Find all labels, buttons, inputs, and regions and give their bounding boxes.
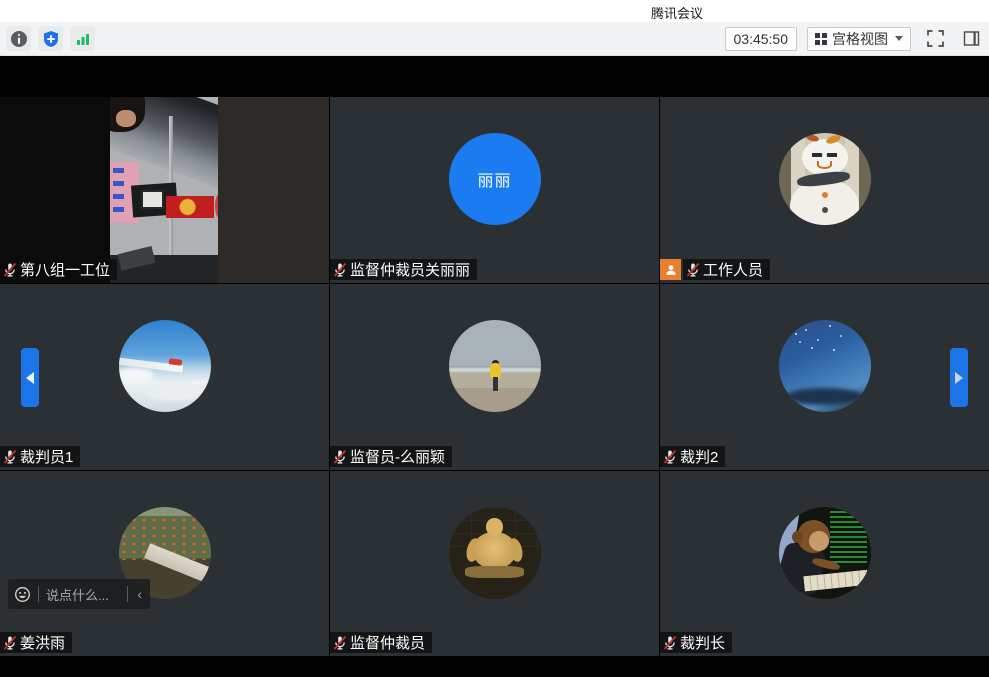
avatar-image xyxy=(449,507,541,599)
video-background-fill xyxy=(218,97,329,283)
chevron-down-icon xyxy=(895,36,903,41)
participant-name-tag: 裁判员1 xyxy=(0,446,80,467)
toolbar: 03:45:50 宫格视图 xyxy=(0,22,989,56)
participant-name-tag: 工作人员 xyxy=(660,259,770,280)
divider xyxy=(127,586,128,602)
network-signal-icon xyxy=(74,30,92,48)
shield-plus-icon xyxy=(42,30,60,48)
meeting-timer-value: 03:45:50 xyxy=(734,31,789,47)
participant-name: 第八组一工位 xyxy=(20,259,110,280)
panel-toggle-icon xyxy=(962,29,981,48)
tile-participant-8[interactable]: 监督仲裁员 xyxy=(330,471,659,656)
tile-participant-9[interactable]: 裁判长 xyxy=(660,471,989,656)
side-panel-toggle-button[interactable] xyxy=(959,27,983,51)
tile-participant-2[interactable]: 丽丽 监督仲裁员关丽丽 xyxy=(330,97,659,283)
participant-name: 裁判员1 xyxy=(20,446,73,467)
muted-mic-icon xyxy=(332,635,348,651)
fullscreen-button[interactable] xyxy=(923,27,947,51)
avatar-text: 丽丽 xyxy=(477,167,511,191)
meeting-info-button[interactable] xyxy=(6,26,31,51)
meeting-timer: 03:45:50 xyxy=(725,27,798,51)
arrow-left-icon xyxy=(26,372,34,384)
participant-name: 监督仲裁员 xyxy=(350,632,425,653)
info-icon xyxy=(10,30,28,48)
muted-mic-icon xyxy=(2,635,18,651)
tile-participant-6[interactable]: 裁判2 xyxy=(660,284,989,470)
participant-name-tag: 裁判长 xyxy=(660,632,732,653)
participant-name-tag: 监督仲裁员 xyxy=(330,632,432,653)
page-prev-button[interactable] xyxy=(21,348,39,407)
participant-name: 裁判2 xyxy=(680,446,718,467)
host-badge xyxy=(660,259,681,280)
view-mode-label: 宫格视图 xyxy=(832,29,888,49)
security-button[interactable] xyxy=(38,26,63,51)
participant-name-tag: 监督员-么丽颖 xyxy=(330,446,452,467)
avatar-image xyxy=(779,320,871,412)
tile-participant-4[interactable]: 裁判员1 xyxy=(0,284,329,470)
meeting-window: 腾讯会议 03:45:50 xyxy=(0,0,989,677)
video-stage: 第八组一工位 丽丽 xyxy=(0,56,989,677)
emoji-smile-icon[interactable] xyxy=(14,586,31,603)
divider xyxy=(38,586,39,602)
chat-quick-bar[interactable]: 说点什么... ‹ xyxy=(8,579,150,609)
tile-participant-1[interactable]: 第八组一工位 xyxy=(0,97,329,283)
muted-mic-icon xyxy=(332,449,348,465)
page-next-button[interactable] xyxy=(950,348,968,407)
participant-name: 裁判长 xyxy=(680,632,725,653)
view-mode-button[interactable]: 宫格视图 xyxy=(807,27,911,51)
chevron-left-icon[interactable]: ‹ xyxy=(135,586,144,602)
chat-input[interactable]: 说点什么... xyxy=(46,585,120,604)
muted-mic-icon xyxy=(2,262,18,278)
muted-mic-icon xyxy=(2,449,18,465)
fullscreen-icon xyxy=(926,29,945,48)
participant-name-tag: 姜洪雨 xyxy=(0,632,72,653)
muted-mic-icon xyxy=(662,449,678,465)
avatar-image xyxy=(779,133,871,225)
participant-name: 监督仲裁员关丽丽 xyxy=(350,259,470,280)
tile-participant-3[interactable]: 工作人员 xyxy=(660,97,989,283)
toolbar-right-group: 03:45:50 宫格视图 xyxy=(725,27,984,51)
participant-name: 工作人员 xyxy=(703,259,763,280)
avatar-initials: 丽丽 xyxy=(449,133,541,225)
muted-mic-icon xyxy=(662,635,678,651)
avatar-image xyxy=(119,320,211,412)
participant-name: 监督员-么丽颖 xyxy=(350,446,445,467)
tile-participant-7[interactable]: 说点什么... ‹ 姜洪雨 xyxy=(0,471,329,656)
arrow-right-icon xyxy=(955,372,963,384)
participant-name: 姜洪雨 xyxy=(20,632,65,653)
participant-name-tag: 第八组一工位 xyxy=(0,259,117,280)
window-title: 腾讯会议 xyxy=(651,3,703,22)
host-person-icon xyxy=(664,263,678,277)
participant-name-tag: 监督仲裁员关丽丽 xyxy=(330,259,477,280)
tile-participant-5[interactable]: 监督员-么丽颖 xyxy=(330,284,659,470)
avatar-image xyxy=(449,320,541,412)
titlebar: 腾讯会议 xyxy=(0,0,989,22)
muted-mic-icon xyxy=(332,262,348,278)
participant-name-tag: 裁判2 xyxy=(660,446,725,467)
avatar-image xyxy=(779,507,871,599)
network-quality-button[interactable] xyxy=(70,26,95,51)
grid-2x2-icon xyxy=(815,33,827,45)
muted-mic-icon xyxy=(685,262,701,278)
participant-grid: 第八组一工位 丽丽 xyxy=(0,97,989,657)
live-video-feed xyxy=(110,97,218,283)
